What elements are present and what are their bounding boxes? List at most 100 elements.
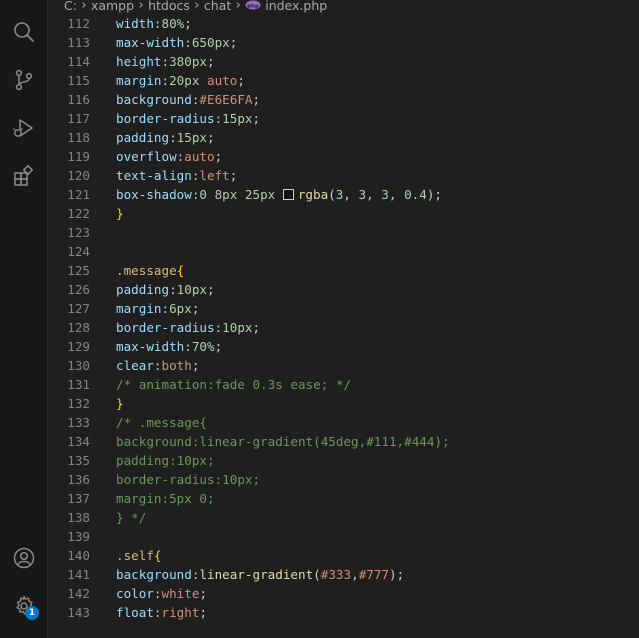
- code-token: ,: [351, 567, 359, 582]
- code-token: 3: [381, 187, 389, 202]
- code-token: :: [169, 282, 177, 297]
- code-text: color:white;: [116, 584, 207, 603]
- code-line[interactable]: 132}: [48, 394, 639, 413]
- breadcrumb-folder-chat[interactable]: chat: [204, 0, 231, 13]
- code-text: text-align:left;: [116, 166, 237, 185]
- code-line[interactable]: 143 float:right;: [48, 603, 639, 622]
- chevron-right-icon: ›: [235, 0, 241, 13]
- code-token: ;: [207, 130, 215, 145]
- source-control-icon[interactable]: [0, 62, 48, 98]
- code-line[interactable]: 138} */: [48, 508, 639, 527]
- manage-gear-icon[interactable]: 1: [0, 588, 48, 624]
- code-line[interactable]: 142 color:white;: [48, 584, 639, 603]
- code-text: max-width:650px;: [116, 33, 237, 52]
- code-line[interactable]: 130 clear:both;: [48, 356, 639, 375]
- code-token: white: [161, 586, 200, 601]
- code-token: }: [116, 396, 124, 411]
- code-token: width: [116, 16, 154, 31]
- code-line[interactable]: 120 text-align:left;: [48, 166, 639, 185]
- code-token: height: [116, 54, 162, 69]
- code-token: #E6E6FA: [199, 92, 253, 107]
- line-number: 137: [67, 491, 90, 506]
- line-number: 119: [67, 149, 90, 164]
- code-token: 10px: [222, 320, 253, 335]
- code-line[interactable]: 124: [48, 242, 639, 261]
- code-line[interactable]: 128 border-radius:10px;: [48, 318, 639, 337]
- line-number: 127: [67, 301, 90, 316]
- code-line[interactable]: 123: [48, 223, 639, 242]
- code-line[interactable]: 122}: [48, 204, 639, 223]
- code-token: (: [328, 187, 336, 202]
- code-line[interactable]: 141 background:linear-gradient(#333,#777)…: [48, 565, 639, 584]
- code-line[interactable]: 127 margin:6px;: [48, 299, 639, 318]
- code-line[interactable]: 137 margin:5px 0;: [48, 489, 639, 508]
- code-token: ;: [191, 358, 200, 373]
- code-token: both: [161, 358, 192, 373]
- code-line[interactable]: 136 border-radius:10px;: [48, 470, 639, 489]
- line-number: 140: [67, 548, 90, 563]
- code-line[interactable]: 119 overflow:auto;: [48, 147, 639, 166]
- code-line[interactable]: 139: [48, 527, 639, 546]
- code-token: :: [153, 586, 162, 601]
- code-text: padding:10px;: [116, 280, 215, 299]
- code-line[interactable]: 121 box-shadow:0 8px 25px rgba(3, 3, 3, 0…: [48, 185, 639, 204]
- code-editor[interactable]: 111#chatbox{112width:80%;113max-width:65…: [48, 0, 639, 638]
- code-token: {: [153, 548, 162, 563]
- code-token: background: [116, 92, 192, 107]
- code-token: :: [161, 301, 170, 316]
- code-line[interactable]: 115 margin:20px auto;: [48, 71, 639, 90]
- code-line[interactable]: 131 /* animation:fade 0.3s ease; */: [48, 375, 639, 394]
- code-line[interactable]: 126 padding:10px;: [48, 280, 639, 299]
- code-line[interactable]: 113 max-width:650px;: [48, 33, 639, 52]
- code-line[interactable]: 125 .message{: [48, 261, 639, 280]
- code-token: /* .message{: [116, 415, 207, 430]
- code-token: auto: [184, 149, 215, 164]
- activity-bar: 1: [0, 0, 48, 638]
- line-number: 125: [67, 263, 90, 278]
- code-text: margin:6px;: [116, 299, 199, 318]
- line-number: 112: [67, 16, 90, 31]
- line-number: 129: [67, 339, 90, 354]
- code-text: padding:15px;: [116, 128, 215, 147]
- code-token: ;: [199, 586, 208, 601]
- breadcrumb-drive[interactable]: C:: [64, 0, 77, 13]
- breadcrumb-folder-htdocs[interactable]: htdocs: [148, 0, 190, 13]
- line-number: 143: [67, 605, 90, 620]
- code-token: } */: [116, 510, 147, 525]
- run-debug-icon[interactable]: [0, 110, 48, 146]
- line-number: 133: [67, 415, 90, 430]
- code-line[interactable]: 133 /* .message{: [48, 413, 639, 432]
- code-token: ;: [214, 149, 223, 164]
- code-line[interactable]: 135 padding:10px;: [48, 451, 639, 470]
- code-line[interactable]: 118 padding:15px;: [48, 128, 639, 147]
- code-lines: 111#chatbox{112width:80%;113max-width:65…: [48, 0, 639, 622]
- code-token: 3: [358, 187, 367, 202]
- code-line[interactable]: 140 .self{: [48, 546, 639, 565]
- code-token: max-width: [116, 35, 185, 50]
- code-token: ,: [366, 187, 382, 202]
- code-line[interactable]: 129 max-width:70%;: [48, 337, 639, 356]
- code-token: :: [184, 35, 192, 50]
- line-number: 121: [67, 187, 90, 202]
- code-line[interactable]: 134 background:linear-gradient(45deg,#111…: [48, 432, 639, 451]
- code-token: 6px: [169, 301, 192, 316]
- code-token: text-align: [116, 168, 192, 183]
- code-line[interactable]: 117 border-radius:15px;: [48, 109, 639, 128]
- breadcrumb-file[interactable]: index.php: [265, 0, 327, 13]
- breadcrumb-folder-xampp[interactable]: xampp: [91, 0, 134, 13]
- extensions-icon[interactable]: [0, 158, 48, 194]
- line-number: 134: [67, 434, 90, 449]
- code-line[interactable]: 114 height:380px;: [48, 52, 639, 71]
- code-token: ;: [229, 168, 238, 183]
- chevron-right-icon: ›: [194, 0, 200, 13]
- vertical-scrollbar[interactable]: [629, 0, 639, 638]
- code-line[interactable]: 116 background:#E6E6FA;: [48, 90, 639, 109]
- code-token: );: [389, 567, 405, 582]
- search-icon[interactable]: [0, 14, 48, 50]
- code-token: #333: [320, 567, 352, 582]
- code-line[interactable]: 112 width:80%;: [48, 14, 639, 33]
- code-token: margin: [116, 301, 162, 316]
- code-token: padding:10px;: [116, 453, 215, 468]
- color-swatch-icon[interactable]: [282, 189, 294, 200]
- account-icon[interactable]: [0, 540, 48, 576]
